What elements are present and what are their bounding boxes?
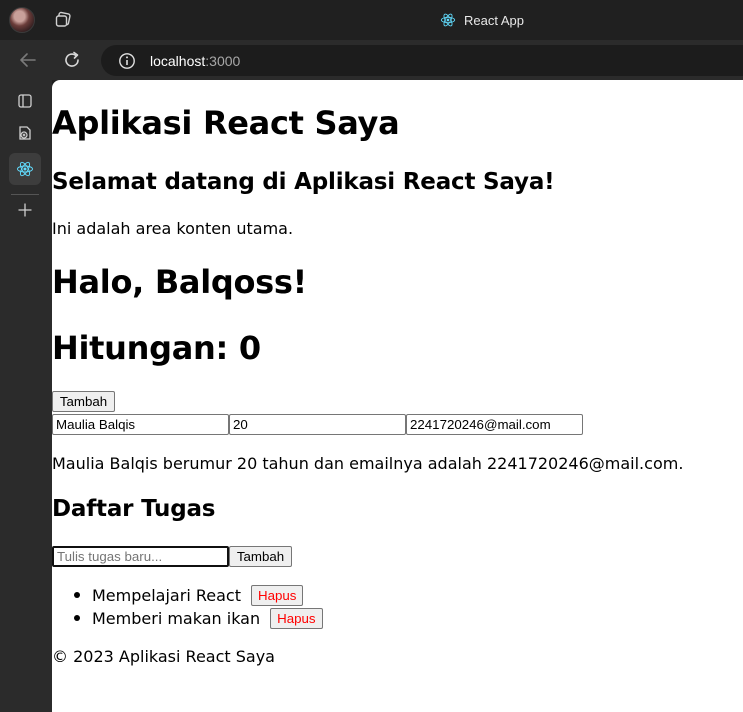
greeting-heading: Halo, Balqoss! xyxy=(52,263,307,301)
tab-item-react-app[interactable] xyxy=(9,153,41,185)
site-info-icon[interactable] xyxy=(118,52,136,70)
new-tab-button[interactable] xyxy=(9,194,41,226)
plus-icon xyxy=(18,203,32,217)
profile-summary: Maulia Balqis berumur 20 tahun dan email… xyxy=(52,454,684,473)
vertical-tab-strip xyxy=(0,80,52,712)
workspaces-icon[interactable] xyxy=(54,11,72,29)
react-icon xyxy=(17,161,33,177)
age-input[interactable]: 20 xyxy=(229,414,406,435)
tab-item-new-tab[interactable] xyxy=(9,117,41,149)
task-item: Memberi makan ikan Hapus xyxy=(52,607,323,630)
active-tab[interactable]: React App xyxy=(440,10,524,30)
reload-icon[interactable] xyxy=(62,50,82,70)
task-item: Mempelajari React Hapus xyxy=(52,584,323,607)
profile-avatar[interactable] xyxy=(9,7,35,33)
counter-heading: Hitungan: 0 xyxy=(52,329,261,367)
bullet xyxy=(74,592,80,598)
footer-text: © 2023 Aplikasi React Saya xyxy=(52,647,275,666)
welcome-heading: Selamat datang di Aplikasi React Saya! xyxy=(52,169,555,195)
name-input[interactable]: Maulia Balqis xyxy=(52,414,229,435)
content-text: Ini adalah area konten utama. xyxy=(52,219,294,238)
tab-actions-button[interactable] xyxy=(9,85,41,117)
todo-heading: Daftar Tugas xyxy=(52,496,216,522)
react-icon xyxy=(440,13,456,27)
task-label: Mempelajari React xyxy=(92,585,241,605)
url-text[interactable]: localhost:3000 xyxy=(150,53,240,69)
task-list: Mempelajari React Hapus Memberi makan ik… xyxy=(52,584,323,630)
page-viewport: Aplikasi React Saya Selamat datang di Ap… xyxy=(52,80,743,712)
tab-actions-icon xyxy=(18,94,32,108)
email-input[interactable]: 2241720246@mail.com xyxy=(406,414,583,435)
add-task-button[interactable]: Tambah xyxy=(229,546,292,567)
url-port: :3000 xyxy=(205,52,241,69)
page-icon xyxy=(19,126,31,140)
task-input[interactable]: Tulis tugas baru... xyxy=(52,546,229,567)
task-label: Memberi makan ikan xyxy=(92,608,261,628)
tab-title: React App xyxy=(464,12,524,28)
delete-task-button[interactable]: Hapus xyxy=(270,608,323,629)
delete-task-button[interactable]: Hapus xyxy=(250,585,304,606)
back-arrow-icon[interactable] xyxy=(18,50,38,70)
url-host: localhost xyxy=(150,52,206,69)
bullet xyxy=(74,615,80,621)
increment-button[interactable]: Tambah xyxy=(52,391,115,412)
title-bar: React App xyxy=(0,0,743,40)
app-title: Aplikasi React Saya xyxy=(52,104,400,142)
address-bar[interactable]: localhost:3000 xyxy=(101,45,743,76)
